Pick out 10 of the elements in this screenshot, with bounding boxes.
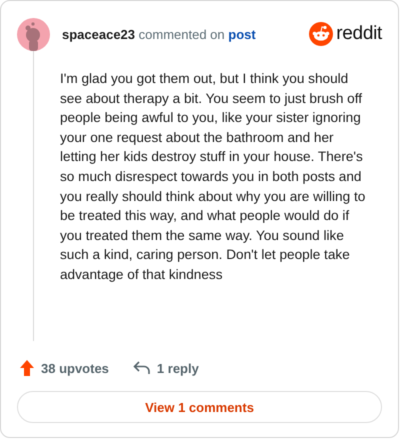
brand-wordmark: reddit [336, 23, 382, 45]
reply-count: 1 reply [156, 360, 199, 376]
comment-text: I'm glad you got them out, but I think you should see about therapy a bit. You seem to just brush off people being awful to you, like your sister ignoring your one request about the bathroom and her letting her kids destroy stuff in your house. There's so much disrespect towards you in both posts and you really should think about why you are willing to be treated this way, and what people would do if you treated them the same way. You sound like such a kind, caring person. Don't let people take advantage of that kindness [59, 70, 366, 284]
view-comments-button[interactable]: View 1 comments [17, 391, 382, 423]
avatar-icon [17, 18, 50, 50]
comment-byline: spaceace23 commented on post [62, 26, 257, 42]
upvote-count: 38 upvotes [41, 360, 109, 376]
reply-arrow-icon[interactable] [132, 361, 151, 375]
upvote-arrow-icon[interactable] [19, 359, 35, 377]
snoo-logo-icon [309, 22, 334, 46]
